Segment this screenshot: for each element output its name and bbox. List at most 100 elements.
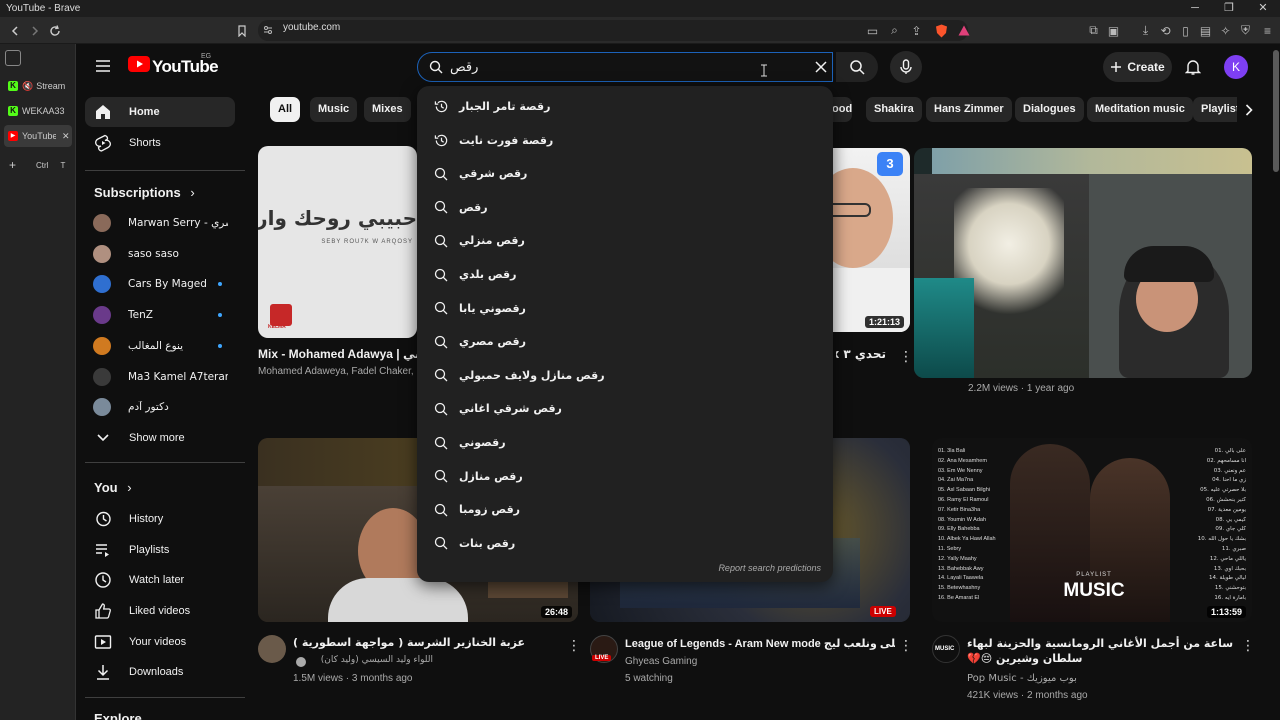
minimize-icon[interactable]: ─ [1178, 0, 1212, 17]
video-title[interactable]: ساعة من أجمل الأغاني الرومانسية والحزينة… [967, 636, 1235, 668]
search-suggestion[interactable]: رقصة فورت نايت [417, 124, 833, 157]
chip-mixes[interactable]: Mixes [364, 97, 411, 122]
guide-menu-icon[interactable] [94, 57, 112, 75]
channel-name[interactable]: Ghyeas Gaming [625, 656, 697, 667]
chip-music[interactable]: Music [310, 97, 358, 122]
sidebar-item-home[interactable]: Home [85, 97, 235, 127]
search-suggestion[interactable]: رقصة تامر الجبار [417, 90, 833, 123]
clear-search-icon[interactable] [814, 60, 828, 74]
chip-shakira[interactable]: Shakira [866, 97, 922, 122]
channel-name[interactable]: اللواء وليد السيسي (وليد كان) [293, 655, 433, 665]
brave-rewards-icon[interactable] [955, 22, 972, 39]
chip-meditation-music[interactable]: Meditation music [1087, 97, 1193, 122]
report-search-predictions-link[interactable]: Report search predictions [718, 563, 821, 573]
search-input[interactable] [450, 58, 750, 76]
vpn-icon[interactable]: ⛨ [1237, 22, 1254, 39]
video-title[interactable]: League of Legends - Aram New mode تسلى و… [625, 637, 895, 650]
chip-dialogues[interactable]: Dialogues [1015, 97, 1084, 122]
notifications-bell-icon[interactable] [1185, 58, 1201, 76]
back-icon[interactable] [6, 22, 23, 39]
video-thumbnail[interactable]: 3 1:21:13 [833, 148, 910, 332]
share-icon[interactable]: ⇪ [908, 22, 925, 39]
video-title[interactable]: تحدي ٣ x [836, 347, 886, 361]
menu-icon[interactable]: ≡ [1259, 22, 1276, 39]
site-settings-icon[interactable] [263, 25, 273, 35]
subscriptions-heading[interactable]: Subscriptions › [94, 185, 195, 200]
subscription-item[interactable]: Cars By Maged [85, 269, 235, 299]
channel-name[interactable]: Pop Music - بوب ميوزيك [967, 673, 1077, 684]
subscription-item[interactable]: دكتور آدم [85, 392, 235, 422]
video-title[interactable]: عزبة الخنازير الشرسة ( مواجهة اسطورية ) [293, 636, 563, 649]
sidebar-item-downloads[interactable]: Downloads [85, 657, 235, 687]
search-suggestion[interactable]: رقص منازل [417, 460, 833, 493]
tab-kick-stream[interactable]: K 🔇 Stream [4, 75, 72, 97]
chip-all[interactable]: All [270, 97, 301, 122]
search-suggestion[interactable]: رقصوني يابا [417, 292, 833, 325]
search-suggestion[interactable]: رقص مصري [417, 325, 833, 358]
subscription-item[interactable]: TenZ [85, 300, 235, 330]
youtube-logo-icon[interactable] [128, 56, 150, 72]
restore-icon[interactable]: ❐ [1212, 0, 1246, 17]
subscription-item[interactable]: Ma3 Kamel A7terami [85, 362, 235, 392]
sidebar-toggle-icon[interactable]: ▯ [1177, 22, 1194, 39]
download-toolbar-icon[interactable]: ⤓ [1137, 22, 1154, 39]
search-suggestion[interactable]: رقص زومبا [417, 493, 833, 526]
subscription-item[interactable]: ينوع المغالب [85, 331, 235, 361]
wallet-toolbar-icon[interactable]: ▤ [1197, 22, 1214, 39]
reload-icon[interactable] [46, 22, 63, 39]
sidebar-item-playlists[interactable]: Playlists [85, 535, 235, 565]
sidebar-item-liked-videos[interactable]: Liked videos [85, 596, 235, 626]
search-suggestion[interactable]: رقص بنات [417, 527, 833, 560]
tab-sidebar-toggle-icon[interactable] [5, 50, 21, 66]
search-suggestion[interactable]: رقص منزلي [417, 224, 833, 257]
tab-kick-wekaa[interactable]: K WEKAA33 [4, 100, 72, 122]
youtube-logo-text[interactable]: YouTube [152, 57, 219, 77]
video-thumbnail[interactable] [914, 148, 1252, 378]
muted-icon[interactable]: 🔇 [22, 81, 33, 92]
account-avatar[interactable]: K [1224, 55, 1248, 79]
close-window-icon[interactable]: ✕ [1246, 0, 1280, 17]
more-options-icon[interactable]: ⋮ [567, 637, 581, 653]
search-suggestion[interactable]: رقص شرقي [417, 157, 833, 190]
brave-shields-icon[interactable] [933, 22, 950, 39]
cast-icon[interactable]: ▭ [864, 22, 881, 39]
chips-next-button[interactable] [1237, 97, 1261, 122]
tab-youtube[interactable]: ▶ YouTube ✕ [4, 125, 72, 147]
search-suggestion[interactable]: رقص منازل ولايف حمبولي [417, 359, 833, 392]
sidebar-item-watch-later[interactable]: Watch later [85, 565, 235, 595]
search-suggestion[interactable]: رقص بلدي [417, 258, 833, 291]
sidebar-item-history[interactable]: History [85, 504, 235, 534]
sidebar-item-shorts[interactable]: Shorts [85, 128, 235, 158]
bookmark-icon[interactable] [233, 22, 250, 39]
extensions-icon[interactable]: ⧉ [1085, 22, 1102, 39]
history-toolbar-icon[interactable]: ⟲ [1157, 22, 1174, 39]
playlist-track: 04. زي ما احنا [1212, 477, 1246, 484]
voice-search-button[interactable] [890, 51, 922, 83]
video-title[interactable]: Mix - Mohamed Adawya | حبيبي روحك وارقصي [258, 347, 417, 361]
search-suggestion[interactable]: رقص شرقي اغاني [417, 392, 833, 425]
subscription-item[interactable]: Marwan Serry - مروان سري [85, 208, 235, 238]
address-bar[interactable] [258, 20, 968, 41]
new-tab-button[interactable]: + Ctrl T [4, 154, 72, 176]
more-options-icon[interactable]: ⋮ [1241, 637, 1255, 653]
page-scrollbar-thumb[interactable] [1273, 50, 1279, 172]
close-tab-icon[interactable]: ✕ [62, 131, 70, 142]
leo-icon[interactable]: ✧ [1217, 22, 1234, 39]
chip-playlists[interactable]: Playlists [1193, 97, 1239, 122]
search-suggestion[interactable]: رقص [417, 191, 833, 224]
more-options-icon[interactable]: ⋮ [899, 348, 913, 364]
forward-icon[interactable] [26, 22, 43, 39]
you-heading[interactable]: You › [94, 480, 132, 495]
subscription-item[interactable]: saso saso [85, 239, 235, 269]
search-suggestion[interactable]: رقصوني [417, 426, 833, 459]
more-options-icon[interactable]: ⋮ [899, 637, 913, 653]
wallet-icon[interactable]: ▣ [1105, 22, 1122, 39]
create-button[interactable]: Create [1103, 52, 1172, 82]
video-thumbnail[interactable]: حبيبي روحك وارقصي SEBY ROU7K W ARQOSY KE… [258, 146, 417, 338]
sidebar-item-your-videos[interactable]: Your videos [85, 627, 235, 657]
show-more-button[interactable]: Show more [85, 423, 235, 453]
search-button[interactable] [836, 52, 878, 82]
channel-avatar[interactable] [258, 635, 286, 663]
chip-hans-zimmer[interactable]: Hans Zimmer [926, 97, 1012, 122]
zoom-icon[interactable]: ⌕ [886, 22, 903, 39]
